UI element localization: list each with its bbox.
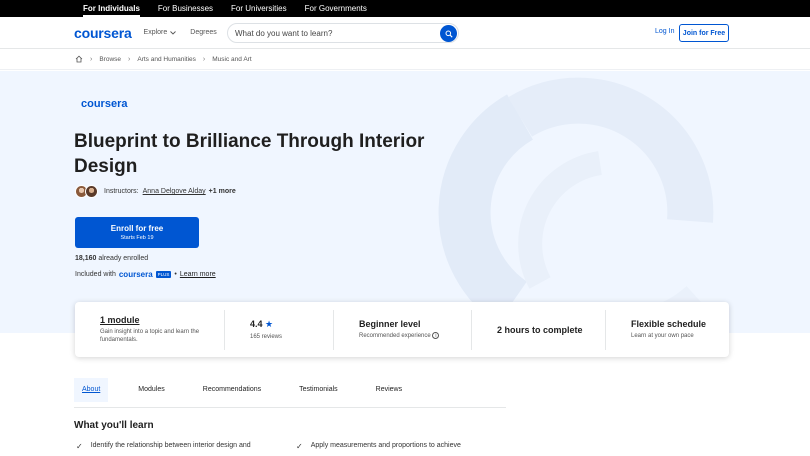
course-tabs: About Modules Recommendations Testimonia… [74, 378, 410, 402]
search-button[interactable] [440, 25, 457, 42]
avatar [85, 185, 98, 198]
tab-reviews[interactable]: Reviews [368, 378, 410, 402]
review-count: 165 reviews [250, 333, 283, 340]
plus-badge: PLUS [155, 271, 172, 278]
explore-label: Explore [143, 29, 168, 36]
more-instructors-link[interactable]: +1 more [209, 188, 236, 195]
decorative-arc-graphic [438, 77, 714, 333]
coursera-logo[interactable]: coursera [74, 25, 132, 41]
level-sub: Recommended experience i [359, 332, 471, 340]
module-desc: Gain insight into a topic and learn the … [100, 329, 200, 343]
course-info-card: 1 module Gain insight into a topic and l… [75, 302, 729, 357]
site-header: coursera Explore Degrees Log In Join for… [0, 17, 810, 49]
schedule-sub: Learn at your own pace [631, 333, 694, 339]
duration-info: 2 hours to complete [472, 309, 606, 350]
module-link[interactable]: 1 module [100, 315, 224, 325]
search-icon [445, 30, 453, 38]
course-hero: coursera Blueprint to Brilliance Through… [0, 71, 810, 333]
breadcrumb-arts[interactable]: Arts and Humanities [137, 56, 196, 63]
tab-modules[interactable]: Modules [130, 378, 172, 402]
join-button[interactable]: Join for Free [679, 24, 729, 42]
tab-individuals[interactable]: For Individuals [74, 0, 149, 17]
login-link[interactable]: Log In [655, 28, 674, 35]
chevron-right-icon: › [202, 55, 206, 63]
tab-recommendations[interactable]: Recommendations [195, 378, 269, 402]
level-info: Beginner level Recommended experience i [334, 309, 472, 350]
home-icon[interactable] [75, 55, 83, 63]
learn-more-link[interactable]: Learn more [180, 271, 216, 278]
module-info: 1 module Gain insight into a topic and l… [75, 309, 225, 350]
enroll-button[interactable]: Enroll for free Starts Feb 19 [75, 217, 199, 248]
duration: 2 hours to complete [497, 324, 583, 335]
coursera-plus-logo: coursera [118, 270, 153, 279]
explore-menu[interactable]: Explore [144, 29, 177, 36]
star-icon: ★ [265, 318, 274, 329]
search-input[interactable] [235, 28, 435, 38]
learn-point-text: Apply measurements and proportions to ac… [310, 442, 461, 449]
instructors-label: Instructors: [104, 188, 139, 195]
learn-point: ✓ Identify the relationship between inte… [76, 442, 251, 451]
instructors-row: Instructors: Anna Delgove Alday +1 more [75, 185, 236, 198]
enrolled-text: already enrolled [98, 255, 149, 262]
level-title: Beginner level [359, 319, 421, 329]
rating-info: 4.4 ★ 165 reviews [225, 309, 334, 350]
rating-value: 4.4 ★ [250, 319, 333, 330]
chevron-down-icon [170, 30, 177, 35]
audience-bar: For Individuals For Businesses For Unive… [0, 0, 810, 17]
included-label: Included with [75, 271, 116, 278]
tabs-divider [74, 407, 506, 408]
schedule-info: Flexible schedule Learn at your own pace [606, 310, 729, 350]
learn-point-text: Identify the relationship between interi… [90, 442, 251, 449]
check-icon: ✓ [296, 442, 303, 451]
learn-point: ✓ Apply measurements and proportions to … [296, 442, 461, 451]
level-sub-text: Recommended experience [359, 333, 431, 339]
tab-businesses[interactable]: For Businesses [149, 0, 222, 17]
dot-separator: • [174, 271, 177, 278]
start-date: Starts Feb 19 [120, 235, 154, 241]
breadcrumb: › Browse › Arts and Humanities › Music a… [0, 49, 810, 70]
breadcrumb-music[interactable]: Music and Art [212, 56, 251, 63]
enroll-label: Enroll for free [110, 224, 164, 233]
breadcrumb-browse[interactable]: Browse [99, 56, 121, 63]
included-with: Included with coursera PLUS • Learn more [75, 270, 216, 279]
enrolled-count: 18,160 already enrolled [75, 255, 148, 262]
partner-logo: coursera [81, 98, 128, 110]
tab-about[interactable]: About [74, 378, 109, 402]
course-title: Blueprint to Brilliance Through Interior… [74, 131, 425, 177]
tab-governments[interactable]: For Governments [296, 0, 376, 17]
instructor-link[interactable]: Anna Delgove Alday [143, 188, 206, 195]
rating-number: 4.4 [250, 318, 263, 329]
tab-universities[interactable]: For Universities [222, 0, 296, 17]
chevron-right-icon: › [128, 55, 131, 63]
enrolled-number: 18,160 [75, 255, 97, 262]
tab-testimonials[interactable]: Testimonials [291, 378, 346, 402]
schedule-title: Flexible schedule [631, 319, 707, 329]
chevron-right-icon: › [90, 55, 93, 63]
check-icon: ✓ [76, 442, 83, 451]
degrees-link[interactable]: Degrees [190, 29, 216, 36]
what-you-learn-heading: What you'll learn [74, 420, 154, 431]
info-icon[interactable]: i [432, 332, 440, 339]
search-box [227, 23, 459, 43]
